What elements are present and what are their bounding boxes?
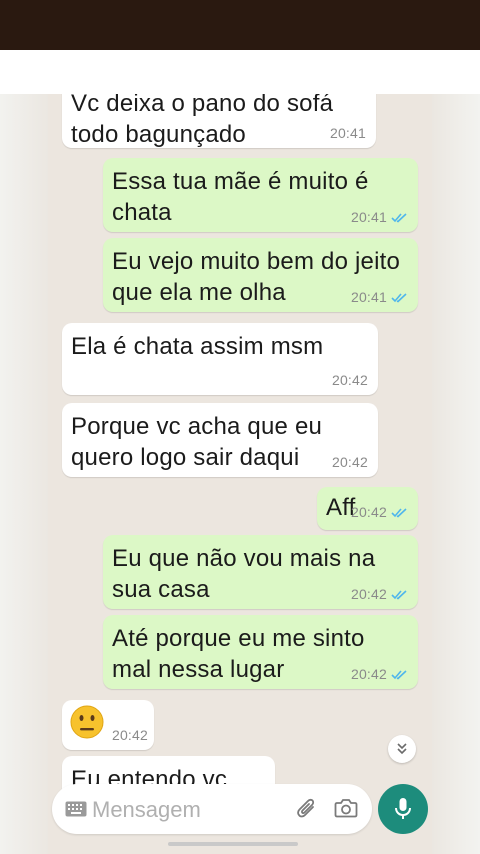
message-text: Vc deixa o pano do sofá todo bagunçado: [71, 94, 334, 148]
message-time: 20:42: [350, 586, 387, 602]
camera-icon[interactable]: [334, 797, 358, 819]
microphone-button[interactable]: [378, 784, 428, 834]
message-bubble-outgoing[interactable]: Aff 20:42: [317, 487, 418, 530]
message-input[interactable]: Mensagem: [92, 797, 201, 823]
left-edge: [0, 94, 48, 854]
message-time: 20:41: [350, 209, 387, 225]
message-time: 20:42: [111, 727, 148, 743]
message-text: Eu que não vou mais na sua casa: [112, 545, 376, 603]
header-bar: [0, 50, 480, 94]
message-text: Ela é chata assim msm: [71, 333, 324, 360]
message-bubble-outgoing[interactable]: Eu que não vou mais na sua casa 20:42: [103, 535, 418, 609]
home-indicator: [168, 842, 298, 846]
message-bubble-incoming[interactable]: Ela é chata assim msm 20:42: [62, 323, 378, 395]
message-time: 20:41: [350, 289, 387, 305]
message-bubble-incoming[interactable]: 20:42: [62, 700, 154, 750]
paperclip-icon[interactable]: [296, 797, 318, 821]
message-text: Essa tua mãe é muito é chata: [112, 168, 369, 226]
message-text: Porque vc acha que eu quero logo sair da…: [71, 413, 323, 471]
chevron-double-down-icon: [397, 743, 407, 755]
message-bubble-incoming[interactable]: Vc deixa o pano do sofá todo bagunçado 2…: [62, 94, 376, 148]
message-text: Até porque eu me sinto mal nessa lugar: [112, 625, 365, 683]
message-bubble-outgoing[interactable]: Essa tua mãe é muito é chata 20:41: [103, 158, 418, 232]
message-bubble-outgoing[interactable]: Eu vejo muito bem do jeito que ela me ol…: [103, 238, 418, 312]
double-check-icon: [391, 669, 407, 679]
message-time: 20:41: [329, 125, 366, 141]
message-bubble-outgoing[interactable]: Até porque eu me sinto mal nessa lugar 2…: [103, 615, 418, 689]
double-check-icon: [391, 507, 407, 517]
scroll-to-bottom-button[interactable]: [388, 735, 416, 763]
right-edge: [432, 94, 480, 854]
microphone-icon: [395, 798, 411, 819]
chat-area[interactable]: Vc deixa o pano do sofá todo bagunçado 2…: [48, 94, 432, 854]
double-check-icon: [391, 589, 407, 599]
message-time: 20:42: [331, 372, 368, 388]
message-bubble-incoming[interactable]: Porque vc acha que eu quero logo sair da…: [62, 403, 378, 477]
keyboard-icon[interactable]: [65, 801, 87, 817]
message-time: 20:42: [350, 504, 387, 520]
message-time: 20:42: [350, 666, 387, 682]
status-bar: [0, 0, 480, 50]
double-check-icon: [391, 292, 407, 302]
message-composer[interactable]: Mensagem: [52, 784, 372, 834]
message-time: 20:42: [331, 454, 368, 470]
neutral-face-emoji-icon: [70, 705, 104, 739]
double-check-icon: [391, 212, 407, 222]
